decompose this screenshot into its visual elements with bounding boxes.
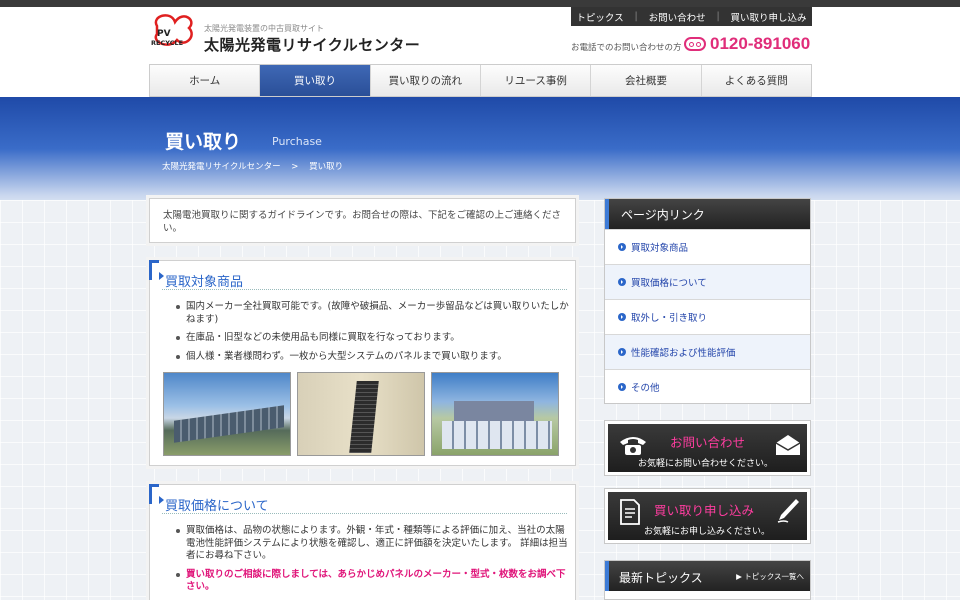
page-title: 買い取り bbox=[165, 131, 242, 153]
site-subtitle: 太陽光発電装置の中古買取サイト bbox=[204, 24, 324, 33]
tel-number[interactable]: 0120-891060 bbox=[710, 34, 810, 54]
svg-text:PV: PV bbox=[157, 29, 171, 39]
arrow-circle-icon bbox=[618, 278, 626, 286]
contact-cta-label: お問い合わせ bbox=[670, 435, 746, 450]
sidebar-link-evaluation[interactable]: 性能確認および性能評価 bbox=[605, 334, 810, 369]
hero-band bbox=[0, 97, 960, 212]
arrow-circle-icon bbox=[618, 383, 626, 391]
arrow-circle-icon bbox=[618, 313, 626, 321]
breadcrumb-separator: > bbox=[291, 162, 299, 172]
triangle-icon bbox=[159, 272, 164, 280]
sidebar-link-label: 買取対象商品 bbox=[631, 243, 689, 254]
topics-list-link-label: トピックス一覧へ bbox=[744, 572, 804, 581]
main-nav: ホーム 買い取り 買い取りの流れ リユース事例 会社概要 よくある質問 bbox=[149, 64, 812, 97]
sidebar-link-label: 性能確認および性能評価 bbox=[631, 348, 736, 359]
sidebar-link-removal[interactable]: 取外し・引き取り bbox=[605, 299, 810, 334]
photo-panel-stacks bbox=[431, 372, 559, 456]
triangle-icon bbox=[159, 496, 164, 504]
bullet-list: 国内メーカー全社買取可能です。(故障や破損品、メーカー歩留品などは買い取りいたし… bbox=[174, 301, 569, 369]
nav-home[interactable]: ホーム bbox=[150, 65, 261, 96]
sidebar-link-other[interactable]: その他 bbox=[605, 369, 810, 404]
document-icon bbox=[620, 499, 640, 525]
tel-label: お電話でのお問い合わせの方 bbox=[571, 43, 682, 53]
page-links-panel: ページ内リンク 買取対象商品 買取価格について 取外し・引き取り 性能確認および… bbox=[604, 198, 811, 404]
apply-cta-button[interactable]: 買い取り申し込み お気軽にお申し込みください。 bbox=[604, 488, 811, 544]
envelope-icon bbox=[775, 435, 801, 455]
contact-cta-sub: お気軽にお問い合わせください。 bbox=[638, 459, 774, 469]
svg-text:RECYCLE: RECYCLE bbox=[151, 39, 183, 47]
section-heading: 買取対象商品 bbox=[149, 260, 575, 291]
sidebar-link-label: 買取価格について bbox=[631, 278, 707, 289]
latest-topics-panel: 最新トピックス ▶ トピックス一覧へ bbox=[604, 560, 811, 600]
site-title[interactable]: 太陽光発電リサイクルセンター bbox=[204, 34, 420, 55]
list-item-highlight: 買い取りのご相談に際しましては、あらかじめパネルのメーカー・型式・枚数をお調べ下… bbox=[174, 569, 569, 594]
photo-ground-mounted-panels bbox=[163, 372, 291, 456]
list-item: 在庫品・旧型などの未使用品も同様に買取を行なっております。 bbox=[174, 332, 569, 345]
top-link-apply[interactable]: 買い取り申し込み bbox=[731, 10, 807, 24]
section-purchase-price: 買取価格について 買取価格は、品物の状態によります。外観・年式・種類等による評価… bbox=[149, 484, 576, 600]
nav-faq[interactable]: よくある質問 bbox=[702, 65, 811, 96]
pv-recycle-logo[interactable]: PV RECYCLE bbox=[149, 12, 197, 50]
page-links-title: ページ内リンク bbox=[605, 199, 810, 229]
breadcrumb: 太陽光発電リサイクルセンター > 買い取り bbox=[162, 160, 351, 172]
top-nav: トピックス | お問い合わせ | 買い取り申し込み bbox=[571, 7, 812, 26]
latest-topics-title: 最新トピックス bbox=[619, 571, 703, 585]
section-heading: 買取価格について bbox=[149, 484, 575, 515]
photo-row bbox=[163, 372, 559, 456]
list-item: 買取価格は、品物の状態によります。外観・年式・種類等による評価に加え、当社の太陽… bbox=[174, 525, 569, 563]
freedial-icon bbox=[684, 37, 706, 51]
top-link-contact[interactable]: お問い合わせ bbox=[649, 10, 706, 24]
tel-box: 0120-891060 bbox=[684, 34, 810, 54]
list-item: 個人様・業者様問わず。一枚から大型システムのパネルまで買い取ります。 bbox=[174, 351, 569, 364]
top-nav-separator: | bbox=[716, 11, 720, 22]
sidebar-link-label: 取外し・引き取り bbox=[631, 313, 708, 324]
photo-single-panel bbox=[297, 372, 425, 456]
page-title-en: Purchase bbox=[272, 135, 322, 148]
telephone-icon bbox=[620, 437, 646, 455]
list-item: 国内メーカー全社買取可能です。(故障や破損品、メーカー歩留品などは買い取りいたし… bbox=[174, 301, 569, 326]
section-purchase-items: 買取対象商品 国内メーカー全社買取可能です。(故障や破損品、メーカー歩留品などは… bbox=[149, 260, 576, 466]
nav-company[interactable]: 会社概要 bbox=[591, 65, 702, 96]
intro-box: 太陽電池買取りに関するガイドラインです。お問合せの際は、下記をご確認の上ご連絡く… bbox=[149, 198, 576, 243]
apply-cta-sub: お気軽にお申し込みください。 bbox=[644, 527, 771, 537]
top-nav-separator: | bbox=[634, 11, 638, 22]
breadcrumb-current: 買い取り bbox=[309, 162, 344, 172]
nav-purchase-flow[interactable]: 買い取りの流れ bbox=[371, 65, 481, 96]
nav-reuse-cases[interactable]: リユース事例 bbox=[481, 65, 592, 96]
contact-cta-button[interactable]: お問い合わせ お気軽にお問い合わせください。 bbox=[604, 420, 811, 476]
sidebar-link-label: その他 bbox=[631, 383, 660, 394]
top-link-topics[interactable]: トピックス bbox=[576, 10, 623, 24]
breadcrumb-home[interactable]: 太陽光発電リサイクルセンター bbox=[162, 162, 281, 172]
top-strip bbox=[0, 0, 960, 7]
sidebar-link-items[interactable]: 買取対象商品 bbox=[605, 229, 810, 264]
section-title: 買取対象商品 bbox=[165, 275, 244, 290]
apply-cta-label: 買い取り申し込み bbox=[654, 503, 755, 518]
topics-list-link[interactable]: ▶ トピックス一覧へ bbox=[736, 571, 804, 582]
sidebar-link-price[interactable]: 買取価格について bbox=[605, 264, 810, 299]
section-title: 買取価格について bbox=[165, 499, 269, 514]
nav-purchase[interactable]: 買い取り bbox=[260, 65, 371, 96]
pen-icon bbox=[777, 499, 799, 523]
arrow-circle-icon bbox=[618, 348, 626, 356]
arrow-circle-icon bbox=[618, 243, 626, 251]
bullet-list: 買取価格は、品物の状態によります。外観・年式・種類等による評価に加え、当社の太陽… bbox=[174, 525, 569, 600]
